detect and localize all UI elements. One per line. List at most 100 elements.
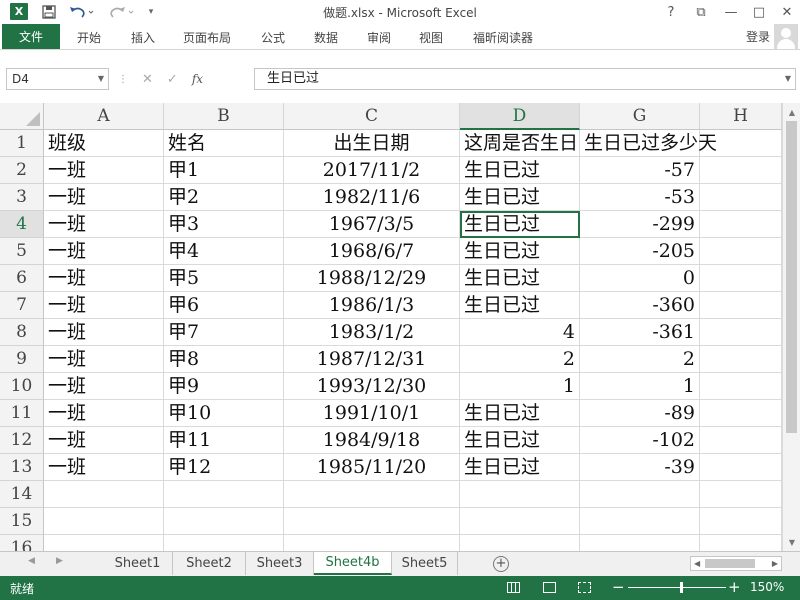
cell-c12[interactable]: 1984/9/18 — [284, 427, 460, 454]
cell-h5[interactable] — [700, 238, 782, 265]
cell-a5[interactable]: 一班 — [44, 238, 164, 265]
cell-b4[interactable]: 甲3 — [164, 211, 284, 238]
cell-a7[interactable]: 一班 — [44, 292, 164, 319]
cell-b8[interactable]: 甲7 — [164, 319, 284, 346]
cell-a14[interactable] — [44, 481, 164, 508]
normal-view-icon[interactable] — [507, 582, 520, 593]
cell-h3[interactable] — [700, 184, 782, 211]
cell-d3[interactable]: 生日已过 — [460, 184, 580, 211]
cell-b12[interactable]: 甲11 — [164, 427, 284, 454]
cell-d2[interactable]: 生日已过 — [460, 157, 580, 184]
cell-d6[interactable]: 生日已过 — [460, 265, 580, 292]
row-header-9[interactable]: 9 — [0, 346, 44, 373]
minimize-button[interactable]: — — [716, 2, 746, 22]
help-button[interactable]: ? — [656, 2, 686, 22]
cell-h15[interactable] — [700, 508, 782, 535]
cell-h13[interactable] — [700, 454, 782, 481]
row-header-15[interactable]: 15 — [0, 508, 44, 535]
cell-c1[interactable]: 出生日期 — [284, 130, 460, 157]
cell-h6[interactable] — [700, 265, 782, 292]
cell-g5[interactable]: -205 — [580, 238, 700, 265]
close-button[interactable]: ✕ — [772, 2, 800, 22]
cell-b2[interactable]: 甲1 — [164, 157, 284, 184]
cell-a4[interactable]: 一班 — [44, 211, 164, 238]
sign-in-link[interactable]: 登录 — [746, 28, 770, 45]
cell-a3[interactable]: 一班 — [44, 184, 164, 211]
cell-c4[interactable]: 1967/3/5 — [284, 211, 460, 238]
tab-insert[interactable]: 插入 — [131, 29, 155, 46]
horizontal-scroll-thumb[interactable] — [705, 559, 755, 568]
cell-c2[interactable]: 2017/11/2 — [284, 157, 460, 184]
cell-d16[interactable] — [460, 535, 580, 551]
cell-d12[interactable]: 生日已过 — [460, 427, 580, 454]
cell-b10[interactable]: 甲9 — [164, 373, 284, 400]
scroll-left-icon[interactable]: ◀ — [694, 557, 700, 570]
maximize-button[interactable]: □ — [744, 2, 774, 22]
row-header-8[interactable]: 8 — [0, 319, 44, 346]
column-header-c[interactable]: C — [284, 103, 460, 130]
cell-h2[interactable] — [700, 157, 782, 184]
insert-function-icon[interactable]: fx — [192, 72, 203, 86]
user-avatar-icon[interactable] — [774, 24, 798, 49]
select-all-button[interactable] — [0, 103, 44, 130]
row-header-11[interactable]: 11 — [0, 400, 44, 427]
row-header-1[interactable]: 1 — [0, 130, 44, 157]
cell-g6[interactable]: 0 — [580, 265, 700, 292]
cell-h16[interactable] — [700, 535, 782, 551]
cell-c10[interactable]: 1993/12/30 — [284, 373, 460, 400]
cell-d4[interactable]: 生日已过 — [460, 211, 580, 238]
zoom-in-button[interactable]: + — [728, 578, 741, 596]
column-header-d[interactable]: D — [460, 103, 580, 130]
row-header-5[interactable]: 5 — [0, 238, 44, 265]
cell-c8[interactable]: 1983/1/2 — [284, 319, 460, 346]
row-header-2[interactable]: 2 — [0, 157, 44, 184]
cell-g14[interactable] — [580, 481, 700, 508]
tab-home[interactable]: 开始 — [77, 29, 101, 46]
cell-h12[interactable] — [700, 427, 782, 454]
tab-page-layout[interactable]: 页面布局 — [183, 29, 231, 46]
sheet-tab-sheet3[interactable]: Sheet3 — [246, 552, 314, 575]
cell-c7[interactable]: 1986/1/3 — [284, 292, 460, 319]
tab-formulas[interactable]: 公式 — [261, 29, 285, 46]
cell-h9[interactable] — [700, 346, 782, 373]
cell-b9[interactable]: 甲8 — [164, 346, 284, 373]
row-header-16[interactable]: 16 — [0, 535, 44, 551]
row-header-3[interactable]: 3 — [0, 184, 44, 211]
cell-a6[interactable]: 一班 — [44, 265, 164, 292]
zoom-slider[interactable] — [628, 587, 726, 588]
cell-g13[interactable]: -39 — [580, 454, 700, 481]
scroll-tabs-left-icon[interactable]: ◀ — [28, 556, 35, 566]
cell-b11[interactable]: 甲10 — [164, 400, 284, 427]
cancel-formula-icon[interactable]: ✕ — [142, 72, 153, 87]
cell-a9[interactable]: 一班 — [44, 346, 164, 373]
expand-formula-bar-icon[interactable]: ▼ — [785, 69, 791, 89]
tab-file[interactable]: 文件 — [2, 24, 60, 49]
scroll-down-icon[interactable]: ▼ — [783, 534, 800, 550]
cell-a8[interactable]: 一班 — [44, 319, 164, 346]
cell-g12[interactable]: -102 — [580, 427, 700, 454]
worksheet-grid[interactable]: A B C D G H 1 2 3 4 5 6 7 8 9 10 11 12 13 14 15 16 班级 姓名 出生日期 这周… — [0, 103, 800, 551]
row-header-10[interactable]: 10 — [0, 373, 44, 400]
ribbon-display-options-button[interactable]: ⧉ — [686, 2, 716, 22]
zoom-level[interactable]: 150% — [750, 580, 784, 594]
cell-b6[interactable]: 甲5 — [164, 265, 284, 292]
cell-d1[interactable]: 这周是否生日 — [460, 130, 580, 157]
cell-h11[interactable] — [700, 400, 782, 427]
cell-g10[interactable]: 1 — [580, 373, 700, 400]
cell-b14[interactable] — [164, 481, 284, 508]
cell-a13[interactable]: 一班 — [44, 454, 164, 481]
cell-c13[interactable]: 1985/11/20 — [284, 454, 460, 481]
zoom-out-button[interactable]: − — [612, 578, 625, 596]
tab-data[interactable]: 数据 — [314, 29, 338, 46]
column-header-h[interactable]: H — [700, 103, 782, 130]
cell-d10[interactable]: 1 — [460, 373, 580, 400]
page-break-preview-icon[interactable] — [578, 582, 591, 593]
row-header-14[interactable]: 14 — [0, 481, 44, 508]
cell-d11[interactable]: 生日已过 — [460, 400, 580, 427]
cell-b1[interactable]: 姓名 — [164, 130, 284, 157]
cell-g4[interactable]: -299 — [580, 211, 700, 238]
name-box[interactable]: D4 ▼ — [6, 68, 109, 90]
zoom-slider-thumb[interactable] — [680, 582, 683, 593]
cell-c3[interactable]: 1982/11/6 — [284, 184, 460, 211]
cell-h8[interactable] — [700, 319, 782, 346]
